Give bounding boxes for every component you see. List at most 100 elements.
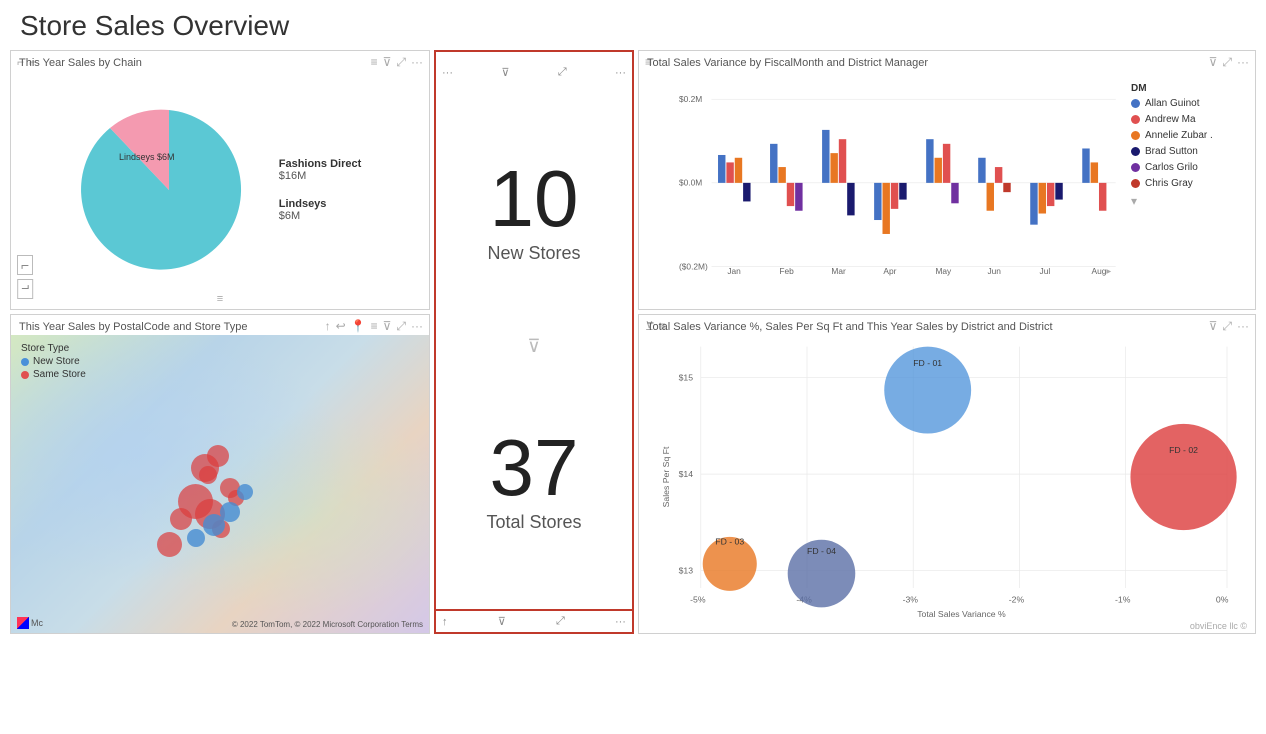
map-expand-icon[interactable]: ⤢ bbox=[396, 319, 406, 334]
bar-chart-area: $0.2M $0.0M ($0.2M) bbox=[639, 73, 1125, 309]
kpi-filter-bottom[interactable]: ⊽ bbox=[498, 615, 506, 628]
legend-item-5: Chris Gray bbox=[1131, 178, 1249, 189]
y-axis-label: Sales Per Sq Ft bbox=[661, 446, 671, 507]
legend-item-4: Carlos Grilo bbox=[1131, 162, 1249, 173]
pie-filter-icon[interactable]: ⊽ bbox=[383, 55, 392, 70]
kpi-more-bottom[interactable]: ··· bbox=[615, 616, 626, 628]
main-grid: ⌐ ⌐ ≡ ⊽ ⤢ ··· This Year Sales by Chain bbox=[10, 50, 1256, 700]
bar-more-icon[interactable]: ··· bbox=[1237, 55, 1249, 70]
bar-filter-icon[interactable]: ⊽ bbox=[1209, 55, 1218, 70]
legend-dot-5 bbox=[1131, 179, 1140, 188]
svg-text:($0.2M): ($0.2M) bbox=[679, 261, 708, 271]
map-panel: ↑ ↩ 📍 ≡ ⊽ ⤢ ··· This Year Sales by Posta… bbox=[10, 314, 430, 634]
svg-text:Jul: Jul bbox=[1040, 266, 1051, 276]
map-content: Store Type New Store Same Store bbox=[11, 335, 429, 633]
map-title: This Year Sales by PostalCode and Store … bbox=[11, 315, 256, 335]
store-dot-red-10 bbox=[157, 532, 182, 557]
bar-content: $0.2M $0.0M ($0.2M) bbox=[639, 51, 1255, 309]
map-background: Store Type New Store Same Store bbox=[11, 335, 429, 633]
x-tick-3: -3% bbox=[903, 595, 919, 605]
pie-container: Lindseys $6M Fashions Direct $16M Lindse… bbox=[11, 51, 429, 309]
bar-right-icons: ⊽ ⤢ ··· bbox=[1209, 55, 1249, 70]
x-tick-1: -1% bbox=[1115, 595, 1131, 605]
kpi-filter-icon[interactable]: ⊽ bbox=[527, 336, 540, 356]
legend-dot-2 bbox=[1131, 131, 1140, 140]
bubble-chart-svg: Sales Per Sq Ft $15 $14 $13 bbox=[639, 337, 1255, 617]
map-legend: Store Type New Store Same Store bbox=[21, 343, 86, 382]
legend-dot-1 bbox=[1131, 115, 1140, 124]
legend-item-0: Allan Guinot bbox=[1131, 98, 1249, 109]
legend-dot-0 bbox=[1131, 99, 1140, 108]
bubble-more-icon[interactable]: ··· bbox=[1237, 319, 1249, 334]
pie-label-fashions: Fashions Direct $16M bbox=[279, 158, 362, 182]
bubble-content: Sales Per Sq Ft $15 $14 $13 bbox=[639, 337, 1255, 617]
y-tick-15: $15 bbox=[679, 372, 694, 382]
bing-logo-icon bbox=[17, 617, 29, 629]
kpi-expand-top[interactable]: ⤢ bbox=[558, 66, 567, 79]
pie-bottom-icon[interactable]: ≡ bbox=[217, 293, 223, 305]
x-tick-0: 0% bbox=[1216, 595, 1229, 605]
map-right-icons: ↑ ↩ 📍 ≡ ⊽ ⤢ ··· bbox=[325, 319, 423, 334]
kpi-filter-top[interactable]: ⊽ bbox=[501, 66, 509, 79]
svg-text:$0.0M: $0.0M bbox=[679, 178, 702, 188]
lindseys-name: Lindseys bbox=[279, 198, 362, 210]
bar-expand-icon[interactable]: ⤢ bbox=[1222, 55, 1232, 70]
bubble-fd02 bbox=[1130, 424, 1236, 530]
bubble-expand-icon[interactable]: ⤢ bbox=[1222, 319, 1232, 334]
page-title: Store Sales Overview bbox=[10, 10, 1256, 42]
dashboard: Store Sales Overview ⌐ ⌐ ≡ ⊽ ⤢ ··· This … bbox=[0, 0, 1266, 734]
fashions-val: $16M bbox=[279, 170, 362, 182]
kpi-expand-bottom[interactable]: ⤢ bbox=[556, 615, 565, 628]
pie-menu-icon[interactable]: ≡ bbox=[371, 55, 378, 70]
new-store-legend: New Store bbox=[21, 356, 86, 367]
store-type-label: Store Type bbox=[21, 343, 86, 354]
legend-scroll-down[interactable]: ▾ bbox=[1131, 194, 1249, 208]
total-stores-block: 37 Total Stores bbox=[436, 363, 632, 610]
pie-label-lindseys-text: Lindseys $6M bbox=[119, 152, 175, 162]
bubble-filter-icon[interactable]: ⊽ bbox=[1209, 319, 1218, 334]
map-pin-icon[interactable]: 📍 bbox=[351, 319, 366, 334]
bing-text: Mc bbox=[31, 618, 43, 628]
store-dot-blue-2 bbox=[237, 484, 253, 500]
new-stores-label: New Stores bbox=[487, 243, 580, 264]
pie-more-icon[interactable]: ··· bbox=[411, 55, 423, 70]
legend-label-0: Allan Guinot bbox=[1145, 98, 1199, 109]
y-tick-14: $14 bbox=[679, 469, 694, 479]
svg-text:Apr: Apr bbox=[883, 266, 896, 276]
pie-panel: ⌐ ⌐ ≡ ⊽ ⤢ ··· This Year Sales by Chain bbox=[10, 50, 430, 310]
map-menu-icon[interactable]: ≡ bbox=[371, 319, 378, 334]
same-store-legend: Same Store bbox=[21, 369, 86, 380]
kpi-bottom-toolbar: ↑ ⊽ ⤢ ··· bbox=[436, 609, 632, 632]
bubble-right-icons: ⊽ ⤢ ··· bbox=[1209, 319, 1249, 334]
legend-item-3: Brad Sutton bbox=[1131, 146, 1249, 157]
map-undo-icon[interactable]: ↩ bbox=[336, 319, 346, 334]
legend-label-5: Chris Gray bbox=[1145, 178, 1193, 189]
store-dot-blue-4 bbox=[187, 529, 205, 547]
svg-text:Jun: Jun bbox=[987, 266, 1001, 276]
pie-expand-icon[interactable]: ⤢ bbox=[396, 55, 406, 70]
legend-label-4: Carlos Grilo bbox=[1145, 162, 1198, 173]
svg-text:Jan: Jan bbox=[727, 266, 741, 276]
map-up-icon[interactable]: ↑ bbox=[325, 319, 331, 334]
legend-label-3: Brad Sutton bbox=[1145, 146, 1198, 157]
kpi-up-icon[interactable]: ↑ bbox=[442, 616, 448, 628]
map-more-icon[interactable]: ··· bbox=[411, 319, 423, 334]
kpi-corner-top[interactable]: ··· bbox=[615, 67, 626, 79]
map-filter-icon[interactable]: ⊽ bbox=[383, 319, 392, 334]
svg-text:May: May bbox=[935, 266, 952, 276]
x-tick-2: -2% bbox=[1009, 595, 1025, 605]
svg-text:Aug: Aug bbox=[1092, 266, 1107, 276]
bubble-fd02-label: FD - 02 bbox=[1169, 445, 1198, 455]
svg-text:Feb: Feb bbox=[779, 266, 794, 276]
new-store-dot bbox=[21, 358, 29, 366]
legend-dot-4 bbox=[1131, 163, 1140, 172]
kpi-panel: ··· ⊽ ⤢ ··· 10 New Stores ⊽ 37 Total Sto… bbox=[434, 50, 634, 634]
total-stores-label: Total Stores bbox=[486, 512, 581, 533]
svg-text:$0.2M: $0.2M bbox=[679, 94, 702, 104]
resize-handle-tl[interactable]: ⌐ bbox=[17, 255, 33, 275]
pie-label-lindseys: Lindseys $6M bbox=[279, 198, 362, 222]
bubble-title: Total Sales Variance %, Sales Per Sq Ft … bbox=[639, 315, 1061, 335]
kpi-ellipsis[interactable]: ··· bbox=[442, 67, 453, 79]
legend-label-1: Andrew Ma bbox=[1145, 114, 1196, 125]
legend-title: DM bbox=[1131, 83, 1249, 94]
